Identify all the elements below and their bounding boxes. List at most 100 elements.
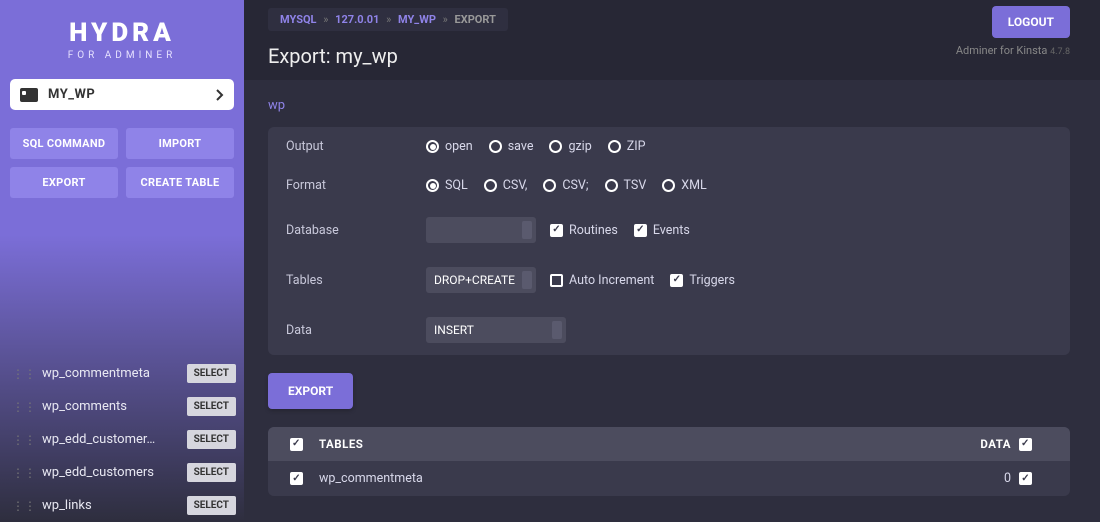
tables-select[interactable]: DROP+CREATE	[426, 267, 536, 293]
format-option-label: CSV,	[503, 178, 528, 193]
output-option-label: gzip	[568, 139, 591, 154]
sidebar-table-name: wp_commentmeta	[42, 366, 187, 381]
triggers-checkbox[interactable]: Triggers	[670, 273, 735, 288]
output-option-label: save	[508, 139, 534, 154]
drag-handle-icon: ⋮⋮	[12, 499, 36, 513]
database-select[interactable]	[426, 217, 536, 243]
tables-header-label: TABLES	[319, 437, 363, 451]
breadcrumb-mysql[interactable]: MYSQL	[280, 13, 317, 26]
format-option-label: XML	[681, 178, 706, 193]
sidebar-table-name: wp_edd_customer…	[42, 432, 187, 447]
database-selector[interactable]: MY_WP	[10, 79, 234, 110]
sidebar-table-select-button[interactable]: SELECT	[187, 496, 236, 515]
sidebar-table-row[interactable]: ⋮⋮ wp_links SELECT	[12, 489, 236, 522]
output-radio-gzip[interactable]: gzip	[549, 139, 591, 154]
format-radio-csv-semi[interactable]: CSV;	[543, 178, 588, 193]
format-radio-tsv[interactable]: TSV	[605, 178, 647, 193]
radio-icon	[426, 179, 439, 192]
breadcrumb: MYSQL » 127.0.01 » MY_WP » EXPORT	[268, 8, 508, 31]
attribution-version: 4.7.8	[1050, 47, 1070, 57]
tables-row: Tables DROP+CREATE Auto Increment Trigge…	[268, 255, 1070, 305]
sidebar-table-select-button[interactable]: SELECT	[187, 463, 236, 482]
content: wp Output open save gzip ZIP Format SQL …	[244, 80, 1100, 522]
breadcrumb-db[interactable]: MY_WP	[398, 13, 436, 26]
drag-handle-icon: ⋮⋮	[12, 466, 36, 480]
tables-header-checkbox[interactable]	[290, 438, 309, 451]
routines-checkbox[interactable]: Routines	[550, 223, 618, 238]
format-option-label: TSV	[624, 178, 647, 193]
output-label: Output	[286, 139, 426, 154]
grid-row-checkbox[interactable]	[290, 472, 309, 485]
main: LOGOUT MYSQL » 127.0.01 » MY_WP » EXPORT…	[244, 0, 1100, 522]
format-radio-sql[interactable]: SQL	[426, 178, 468, 193]
create-table-button[interactable]: CREATE TABLE	[126, 167, 234, 198]
sidebar-table-name: wp_edd_customers	[42, 465, 187, 480]
radio-icon	[489, 140, 502, 153]
sidebar-table-select-button[interactable]: SELECT	[187, 397, 236, 416]
grid-row-data: 0	[1004, 471, 1011, 486]
sidebar-table-row[interactable]: ⋮⋮ wp_comments SELECT	[12, 390, 236, 423]
drag-handle-icon: ⋮⋮	[12, 433, 36, 447]
checkbox-icon	[550, 274, 563, 287]
format-option-label: CSV;	[562, 178, 588, 193]
export-button-side[interactable]: EXPORT	[10, 167, 118, 198]
export-button[interactable]: EXPORT	[268, 373, 353, 409]
output-option-label: ZIP	[627, 139, 646, 154]
data-header-checkbox[interactable]	[1019, 438, 1038, 451]
sidebar-table-list: ⋮⋮ wp_commentmeta SELECT ⋮⋮ wp_comments …	[0, 357, 244, 522]
checkbox-icon	[670, 274, 683, 287]
logout-button[interactable]: LOGOUT	[992, 6, 1070, 38]
data-row: Data INSERT	[268, 305, 1070, 355]
autoincrement-checkbox[interactable]: Auto Increment	[550, 273, 654, 288]
data-header-label: DATA	[980, 437, 1011, 451]
tables-grid-header: TABLES DATA	[268, 427, 1070, 461]
sql-command-button[interactable]: SQL COMMAND	[10, 128, 118, 159]
grid-row-data-checkbox[interactable]	[1019, 472, 1038, 485]
database-label: Database	[286, 223, 426, 238]
page-title: Export: my_wp	[268, 44, 1070, 68]
sidebar-table-select-button[interactable]: SELECT	[187, 430, 236, 449]
breadcrumb-sep: »	[323, 13, 328, 26]
format-radio-xml[interactable]: XML	[662, 178, 706, 193]
import-button[interactable]: IMPORT	[126, 128, 234, 159]
radio-icon	[543, 179, 556, 192]
format-option-label: SQL	[445, 178, 468, 193]
sidebar-table-row[interactable]: ⋮⋮ wp_edd_customer… SELECT	[12, 423, 236, 456]
attribution-text: Adminer for Kinsta	[956, 44, 1048, 57]
sidebar-table-name: wp_links	[42, 498, 187, 513]
breadcrumb-sep: »	[386, 13, 391, 26]
sidebar: HYDRA FOR ADMINER MY_WP SQL COMMAND IMPO…	[0, 0, 244, 522]
logo-subtext: FOR ADMINER	[0, 50, 244, 61]
export-options-panel: Output open save gzip ZIP Format SQL CSV…	[268, 127, 1070, 355]
output-radio-zip[interactable]: ZIP	[608, 139, 646, 154]
format-label: Format	[286, 178, 426, 193]
radio-icon	[662, 179, 675, 192]
grid-row-name: wp_commentmeta	[319, 471, 423, 486]
checkbox-icon	[290, 472, 303, 485]
sidebar-table-row[interactable]: ⋮⋮ wp_edd_customers SELECT	[12, 456, 236, 489]
output-radio-open[interactable]: open	[426, 139, 473, 154]
data-select[interactable]: INSERT	[426, 317, 566, 343]
database-row: Database Routines Events	[268, 205, 1070, 255]
sidebar-table-select-button[interactable]: SELECT	[187, 364, 236, 383]
checkbox-icon	[290, 438, 303, 451]
routines-label: Routines	[569, 223, 618, 238]
schema-link[interactable]: wp	[268, 98, 285, 113]
logo-text: HYDRA	[0, 18, 244, 48]
checkbox-icon	[1019, 438, 1032, 451]
format-row: Format SQL CSV, CSV; TSV XML	[268, 166, 1070, 205]
triggers-label: Triggers	[689, 273, 735, 288]
output-row: Output open save gzip ZIP	[268, 127, 1070, 166]
breadcrumb-host[interactable]: 127.0.01	[335, 13, 379, 26]
adminer-attribution: Adminer for Kinsta 4.7.8	[956, 44, 1070, 57]
logo: HYDRA FOR ADMINER	[0, 0, 244, 65]
radio-icon	[484, 179, 497, 192]
events-checkbox[interactable]: Events	[634, 223, 690, 238]
sidebar-table-row[interactable]: ⋮⋮ wp_commentmeta SELECT	[12, 357, 236, 390]
database-selector-label: MY_WP	[48, 87, 95, 102]
autoincrement-label: Auto Increment	[569, 273, 654, 288]
output-radio-save[interactable]: save	[489, 139, 534, 154]
format-radio-csv-comma[interactable]: CSV,	[484, 178, 528, 193]
topbar: LOGOUT MYSQL » 127.0.01 » MY_WP » EXPORT…	[244, 0, 1100, 80]
data-label: Data	[286, 323, 426, 338]
